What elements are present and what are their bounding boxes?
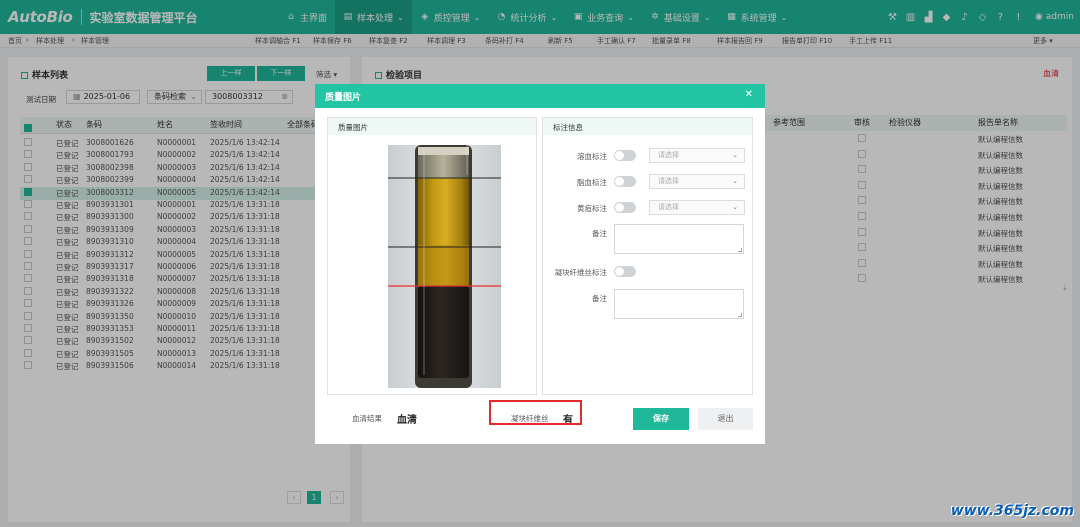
lipemia-select[interactable]: 请选择 ⌄: [649, 174, 745, 189]
watermark: www.365jz.com: [950, 503, 1074, 519]
lipemia-label: 脂血标注: [577, 178, 607, 187]
lipemia-toggle[interactable]: [614, 176, 636, 187]
result-value: 血清: [397, 415, 417, 426]
remark-textarea[interactable]: [614, 224, 744, 254]
dialog-header: 质量图片 ✕: [315, 84, 765, 108]
hemolysis-label: 溶血标注: [577, 152, 607, 161]
icterus-label: 黄疸标注: [577, 204, 607, 213]
toggle-knob: [615, 203, 624, 212]
select-placeholder: 请选择: [658, 203, 679, 211]
select-placeholder: 请选择: [658, 177, 679, 185]
dialog-title: 质量图片: [325, 93, 362, 103]
select-placeholder: 请选择: [658, 151, 679, 159]
remark-label: 备注: [592, 229, 607, 238]
image-section: 质量图片: [327, 117, 537, 395]
clot-remark-textarea[interactable]: [614, 289, 744, 319]
clot-toggle[interactable]: [614, 266, 636, 277]
result-label: 血清结果: [352, 414, 382, 423]
chevron-down-icon: ⌄: [732, 177, 738, 185]
toggle-knob: [615, 151, 624, 160]
exit-button[interactable]: 退出: [698, 408, 753, 430]
clot-remark-label: 备注: [592, 294, 607, 303]
toggle-knob: [615, 177, 624, 186]
hemolysis-toggle[interactable]: [614, 150, 636, 161]
close-icon[interactable]: ✕: [745, 89, 753, 100]
quality-image-dialog: 质量图片 ✕ 质量图片 标注信息 溶血标注 请选择 ⌄ 脂血标注 请选择 ⌄ 黄…: [315, 84, 765, 444]
chevron-down-icon: ⌄: [732, 203, 738, 211]
toggle-knob: [615, 267, 624, 276]
clot-label: 凝块纤维丝标注: [554, 268, 608, 277]
highlight-box: [489, 400, 582, 425]
sample-tube-image: [388, 145, 501, 388]
marking-section-header: 标注信息: [543, 118, 752, 135]
resize-handle-icon[interactable]: [738, 313, 742, 317]
save-button[interactable]: 保存: [633, 408, 689, 430]
hemolysis-select[interactable]: 请选择 ⌄: [649, 148, 745, 163]
resize-handle-icon[interactable]: [738, 248, 742, 252]
icterus-select[interactable]: 请选择 ⌄: [649, 200, 745, 215]
icterus-toggle[interactable]: [614, 202, 636, 213]
chevron-down-icon: ⌄: [732, 151, 738, 159]
image-section-header: 质量图片: [328, 118, 536, 135]
